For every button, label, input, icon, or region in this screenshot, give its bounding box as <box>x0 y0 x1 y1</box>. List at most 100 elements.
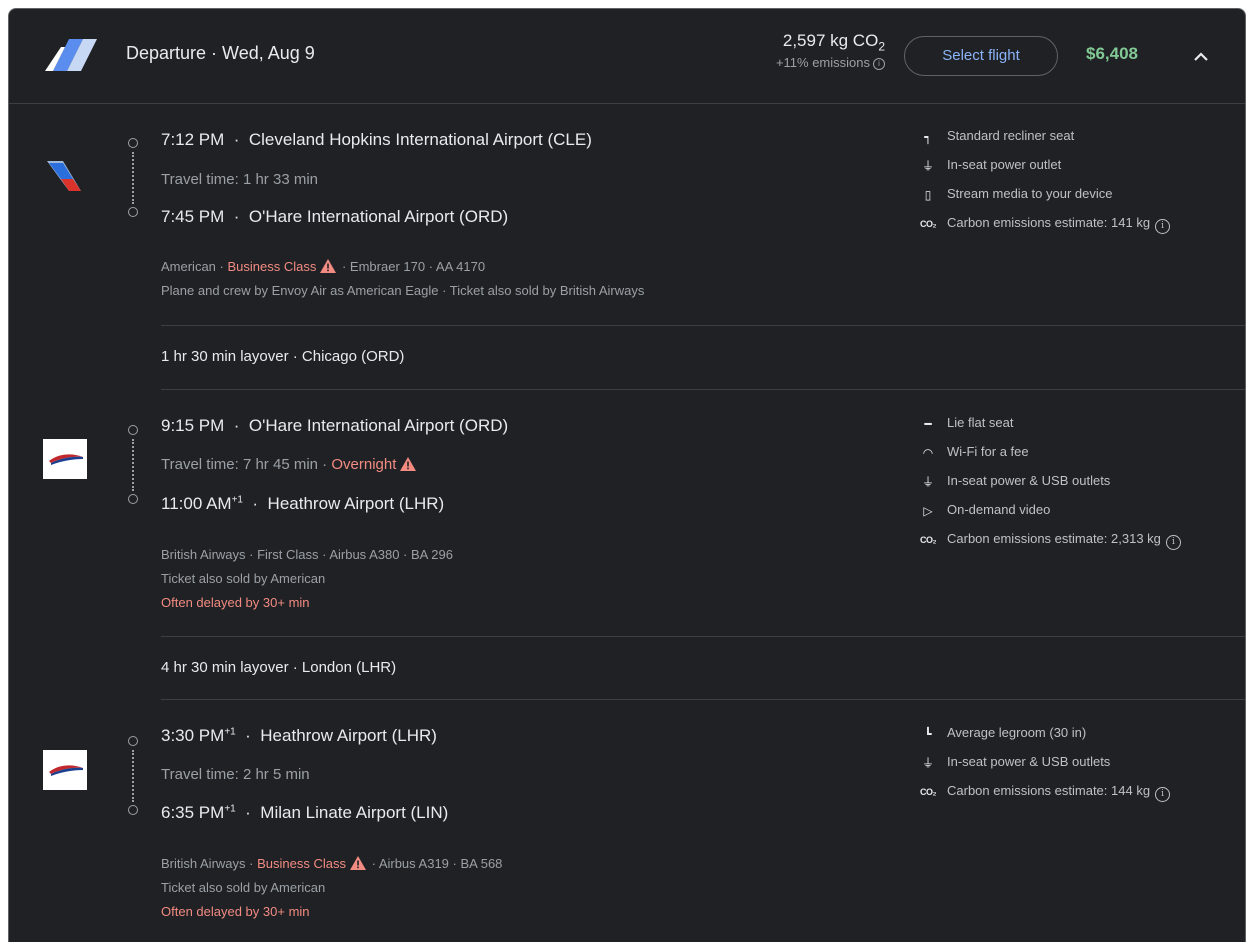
multi-airline-logo-icon <box>45 39 97 71</box>
warning-icon[interactable] <box>320 259 337 273</box>
emissions-value: 2,597 kg CO2 <box>782 31 885 54</box>
emissions-percent[interactable]: +11% emissions i <box>776 55 885 71</box>
departure-airport: Heathrow Airport (LHR) <box>260 726 437 745</box>
amenity-item: CO₂ Carbon emissions estimate: 2,313 kg i <box>919 530 1181 559</box>
timeline-dots <box>132 750 136 802</box>
arrival-marker <box>128 207 138 217</box>
departure-marker <box>128 138 138 148</box>
info-icon[interactable]: i <box>1155 787 1171 802</box>
arrival-line: 7:45 PM · O'Hare International Airport (… <box>161 207 509 226</box>
wifi-icon: ◠ <box>922 445 934 460</box>
flight-leg-1: 7:12 PM · Cleveland Hopkins Internationa… <box>9 103 1245 325</box>
airline-name: British Airways <box>161 856 246 871</box>
arrival-marker <box>128 494 138 504</box>
flight-leg-3: 3:30 PM+1 · Heathrow Airport (LHR) Trave… <box>9 700 1245 942</box>
aircraft-type: Embraer 170 <box>349 259 426 274</box>
travel-time: Travel time: 7 hr 45 min <box>161 456 318 473</box>
departure-line: 3:30 PM+1 · Heathrow Airport (LHR) <box>161 726 437 745</box>
recliner-seat-icon: ┑ <box>924 129 932 144</box>
timeline-dots <box>132 439 136 491</box>
co2-icon: CO₂ <box>920 534 937 545</box>
departure-airport: Cleveland Hopkins International Airport … <box>248 130 592 149</box>
arrival-airport: Milan Linate Airport (LIN) <box>260 803 449 822</box>
flight-number: AA 4170 <box>435 259 486 274</box>
flight-price: $6,408 <box>1086 44 1138 63</box>
flight-meta: British Airways · First Class · Airbus A… <box>161 543 453 615</box>
arrival-airport: O'Hare International Airport (ORD) <box>248 207 509 226</box>
amenity-item: ━ Lie flat seat <box>919 414 1181 443</box>
flight-details-card: Departure · Wed, Aug 9 2,597 kg CO2 +11%… <box>8 8 1246 942</box>
operator-note: Plane and crew by Envoy Air as American … <box>161 283 645 298</box>
american-airlines-logo-icon <box>47 161 81 191</box>
co2-icon: CO₂ <box>920 218 937 229</box>
departure-line: 9:15 PM · O'Hare International Airport (… <box>161 416 509 435</box>
select-flight-button[interactable]: Select flight <box>904 36 1058 76</box>
travel-time: Travel time: 1 hr 33 min <box>161 171 318 188</box>
departure-time: 3:30 PM+1 <box>161 726 236 745</box>
info-icon[interactable]: i <box>1155 219 1171 234</box>
timeline <box>126 736 142 816</box>
operator-note: Ticket also sold by American <box>161 880 326 895</box>
overnight-warning: Overnight <box>331 456 397 473</box>
amenity-item: ┑ Standard recliner seat <box>919 127 1170 156</box>
amenity-item: ◠ Wi-Fi for a fee <box>919 443 1181 472</box>
aircraft-type: Airbus A319 <box>378 856 449 871</box>
arrival-marker <box>128 805 138 815</box>
arrival-line: 11:00 AM+1 · Heathrow Airport (LHR) <box>161 494 445 513</box>
airline-name: British Airways <box>161 547 246 562</box>
power-plug-icon: ⏚ <box>921 474 934 489</box>
co2-icon: CO₂ <box>920 786 937 797</box>
cabin-class: Business Class <box>227 259 317 274</box>
layover-info: 4 hr 30 min layover · London (LHR) <box>161 659 397 676</box>
departure-time: 7:12 PM <box>161 130 225 149</box>
airline-name: American <box>161 259 216 274</box>
arrival-time: 6:35 PM+1 <box>161 803 236 822</box>
timeline <box>126 425 142 505</box>
amenities-list: ┗ Average legroom (30 in) ⏚ In-seat power … <box>919 724 1171 811</box>
lie-flat-seat-icon: ━ <box>924 416 932 431</box>
flight-number: BA 296 <box>411 547 453 562</box>
flight-summary-header[interactable]: Departure · Wed, Aug 9 2,597 kg CO2 +11%… <box>9 9 1245 104</box>
amenity-item: ▷ On-demand video <box>919 501 1181 530</box>
flight-meta: British Airways · Business Class · Airbu… <box>161 852 502 924</box>
timeline <box>126 138 142 218</box>
flight-meta: American · Business Class · Embraer 170 … <box>161 255 644 303</box>
chevron-up-icon[interactable] <box>1191 47 1211 67</box>
british-airways-logo-icon <box>43 750 87 790</box>
layover-info: 1 hr 30 min layover · Chicago (ORD) <box>161 348 405 365</box>
delay-warning: Often delayed by 30+ min <box>161 904 310 919</box>
amenity-item: ⏚ In-seat power & USB outlets <box>919 753 1170 782</box>
info-icon[interactable]: i <box>1165 535 1181 550</box>
arrival-time: 7:45 PM <box>161 207 225 226</box>
warning-icon[interactable] <box>349 856 366 870</box>
flight-leg-2: 9:15 PM · O'Hare International Airport (… <box>9 390 1245 636</box>
divider <box>161 636 1245 637</box>
delay-warning: Often delayed by 30+ min <box>161 595 310 610</box>
total-emissions: 2,597 kg CO2 +11% emissions i <box>776 31 885 71</box>
amenity-item: ⏚ In-seat power & USB outlets <box>919 472 1181 501</box>
british-airways-logo-icon <box>43 439 87 479</box>
amenities-list: ━ Lie flat seat ◠ Wi-Fi for a fee ⏚ In-seat… <box>919 414 1181 559</box>
travel-time: Travel time: 2 hr 5 min <box>161 766 310 783</box>
departure-airport: O'Hare International Airport (ORD) <box>248 416 509 435</box>
power-plug-icon: ⏚ <box>921 755 934 770</box>
departure-time: 9:15 PM <box>161 416 225 435</box>
amenity-item: CO₂ Carbon emissions estimate: 141 kg i <box>919 214 1171 243</box>
amenity-item: ⏚ In-seat power outlet <box>919 156 1170 185</box>
arrival-line: 6:35 PM+1 · Milan Linate Airport (LIN) <box>161 803 449 822</box>
amenity-item: ▯ Stream media to your device <box>919 185 1170 214</box>
arrival-time: 11:00 AM+1 <box>161 494 243 513</box>
operator-note: Ticket also sold by American <box>161 571 326 586</box>
warning-icon[interactable] <box>400 457 417 471</box>
flight-number: BA 568 <box>460 856 503 871</box>
departure-marker <box>128 425 138 435</box>
info-icon[interactable]: i <box>873 58 885 71</box>
departure-line: 7:12 PM · Cleveland Hopkins Internationa… <box>161 130 592 149</box>
aircraft-type: Airbus A380 <box>329 547 400 562</box>
departure-title: Departure · Wed, Aug 9 <box>126 43 315 63</box>
power-plug-icon: ⏚ <box>921 158 934 173</box>
timeline-dots <box>132 152 136 204</box>
amenity-item: ┗ Average legroom (30 in) <box>919 724 1170 753</box>
travel-time-line: Travel time: 7 hr 45 min · Overnight <box>161 456 418 473</box>
amenity-item: CO₂ Carbon emissions estimate: 144 kg i <box>919 782 1171 811</box>
